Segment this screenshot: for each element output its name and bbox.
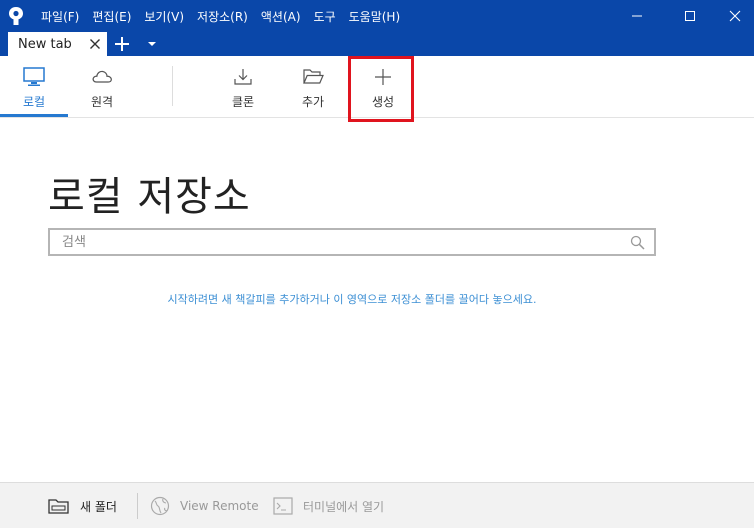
search-input[interactable] [62, 232, 622, 252]
clone-label: 클론 [231, 95, 255, 109]
new-folder-button[interactable]: 새 폴더 [48, 483, 117, 529]
view-remote-button[interactable]: View Remote [150, 483, 259, 529]
add-button[interactable]: 추가 [279, 56, 347, 118]
open-terminal-button[interactable]: 터미널에서 열기 [273, 483, 384, 529]
menu-actions[interactable]: 액션(A) [261, 8, 301, 25]
cloud-icon [92, 70, 112, 83]
local-button[interactable]: 로컬 [0, 56, 68, 118]
tab-new-tab[interactable]: New tab [8, 32, 107, 56]
menu-repository[interactable]: 저장소(R) [197, 8, 248, 25]
tab-close-icon[interactable] [88, 37, 102, 51]
menu-help[interactable]: 도움말(H) [349, 8, 401, 25]
close-icon [729, 10, 741, 22]
title-bar: 파일(F) 편집(E) 보기(V) 저장소(R) 액션(A) 도구 도움말(H) [0, 0, 754, 32]
tab-dropdown-icon[interactable] [146, 39, 158, 49]
clone-button[interactable]: 클론 [209, 56, 277, 118]
toolbar-divider [172, 66, 173, 106]
monitor-icon [23, 67, 45, 86]
add-tab-icon[interactable] [113, 35, 131, 53]
tab-bar: New tab [0, 32, 754, 56]
folder-open-icon [303, 69, 324, 84]
menu-edit[interactable]: 편집(E) [92, 8, 131, 25]
close-window-button[interactable] [712, 0, 754, 32]
menu-bar: 파일(F) 편집(E) 보기(V) 저장소(R) 액션(A) 도구 도움말(H) [41, 0, 413, 32]
highlight-box [348, 56, 414, 122]
maximize-icon [685, 11, 695, 21]
footer-divider [137, 493, 138, 519]
minimize-button[interactable] [614, 0, 660, 32]
remote-label: 원격 [90, 95, 114, 109]
add-label: 추가 [301, 95, 325, 109]
globe-icon [150, 496, 170, 516]
menu-view[interactable]: 보기(V) [144, 8, 184, 25]
minimize-icon [632, 15, 642, 17]
download-icon [234, 69, 252, 85]
tab-label: New tab [18, 36, 72, 52]
menu-tools[interactable]: 도구 [314, 8, 336, 25]
search-box [48, 228, 656, 256]
remote-button[interactable]: 원격 [68, 56, 136, 118]
local-label: 로컬 [22, 95, 46, 109]
menu-file[interactable]: 파일(F) [41, 8, 79, 25]
terminal-icon [273, 497, 293, 515]
page-title: 로컬 저장소 [48, 174, 251, 220]
app-logo-icon[interactable] [6, 6, 26, 26]
search-icon [630, 235, 645, 250]
view-remote-label: View Remote [180, 499, 259, 513]
empty-state-hint: 시작하려면 새 책갈피를 추가하거나 이 영역으로 저장소 폴더를 끌어다 놓으… [167, 293, 537, 306]
new-folder-icon [48, 499, 69, 514]
toolbar: 로컬 원격 클론 추가 생성 [0, 56, 754, 122]
open-terminal-label: 터미널에서 열기 [303, 499, 385, 514]
active-tab-indicator [0, 114, 68, 117]
maximize-button[interactable] [667, 0, 713, 32]
new-folder-label: 새 폴더 [80, 499, 117, 514]
footer-bar: 새 폴더 View Remote 터미널에서 열기 [0, 482, 754, 528]
